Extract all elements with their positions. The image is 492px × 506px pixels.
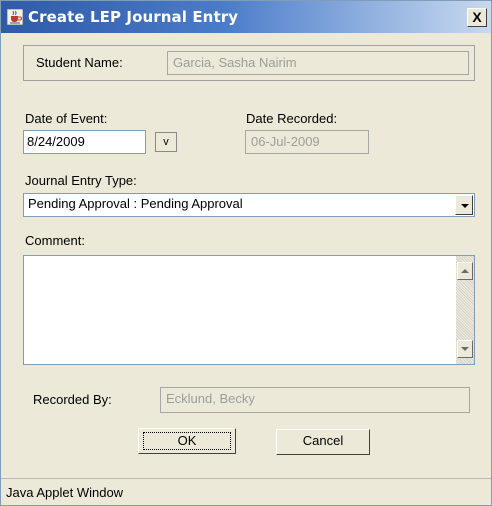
status-bar: Java Applet Window (1, 478, 491, 505)
title-bar[interactable]: Create LEP Journal Entry X (1, 1, 491, 33)
comment-textarea[interactable] (23, 255, 475, 365)
status-text: Java Applet Window (6, 485, 124, 500)
date-picker-button[interactable]: v (155, 132, 177, 152)
recorded-by-field: Ecklund, Becky (160, 387, 470, 413)
scroll-down-icon[interactable] (457, 340, 473, 358)
journal-entry-type-value: Pending Approval : Pending Approval (28, 196, 243, 211)
student-name-label: Student Name: (36, 55, 123, 70)
comment-label: Comment: (25, 233, 85, 248)
date-of-event-field[interactable]: 8/24/2009 (23, 130, 146, 154)
java-cup-icon (7, 9, 23, 25)
cancel-button[interactable]: Cancel (276, 429, 370, 455)
journal-entry-type-select[interactable]: Pending Approval : Pending Approval (23, 193, 475, 217)
ok-button-label: OK (143, 432, 231, 450)
student-name-panel: Student Name: Garcia, Sasha Nairim (23, 45, 475, 81)
close-icon: X (472, 9, 482, 25)
close-button[interactable]: X (467, 8, 487, 27)
date-of-event-label: Date of Event: (25, 111, 108, 126)
scroll-up-icon[interactable] (457, 262, 473, 280)
date-recorded-label: Date Recorded: (246, 111, 338, 126)
comment-scrollbar[interactable] (456, 256, 474, 364)
date-recorded-field: 06-Jul-2009 (245, 130, 369, 154)
window-title: Create LEP Journal Entry (28, 8, 239, 26)
ok-button[interactable]: OK (138, 428, 236, 454)
dialog-window: Create LEP Journal Entry X Student Name:… (0, 0, 492, 506)
recorded-by-label: Recorded By: (33, 392, 112, 407)
student-name-field: Garcia, Sasha Nairim (167, 51, 469, 75)
chevron-down-icon[interactable] (455, 195, 473, 215)
journal-entry-type-label: Journal Entry Type: (25, 173, 137, 188)
